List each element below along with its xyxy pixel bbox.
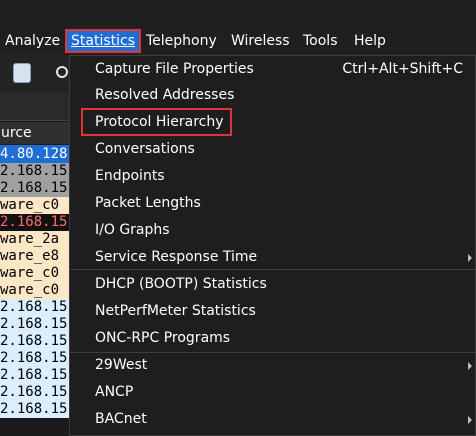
menu-separator [70,352,475,353]
table-row[interactable]: 2.168.15 [0,299,70,316]
source-column-header[interactable]: urce [0,122,70,144]
capture-file-properties-icon[interactable] [13,63,31,83]
table-row[interactable]: 2.168.15 [0,333,70,350]
menu-item-i-o-graphs[interactable]: I/O Graphs [70,217,475,244]
menu-item-label: BACnet [95,411,147,427]
table-row[interactable]: 2.168.15 [0,367,70,384]
menu-telephony-label: Telephony [146,33,217,49]
table-row[interactable]: ware_c0 [0,282,70,299]
menu-tools[interactable]: Tools [299,31,342,51]
table-row[interactable]: ware_e8 [0,248,70,265]
menu-item-label: 29West [95,357,148,373]
packet-list: 4.80.128 2.168.15 2.168.15 ware_c0 2.168.15 w… [0,145,70,418]
menu-item-label: Endpoints [95,168,165,184]
menu-item-packet-lengths[interactable]: Packet Lengths [70,190,475,217]
table-row[interactable]: ware_c0 [0,197,70,214]
submenu-arrow-icon [468,416,472,424]
statistics-menu: Capture File Properties Ctrl+Alt+Shift+C R… [69,55,476,436]
menu-item-label: Resolved Addresses [95,87,235,103]
submenu-arrow-icon [468,362,472,370]
menu-analyze[interactable]: Analyze [1,31,64,51]
display-filter-bar[interactable] [0,92,70,121]
menu-item-label: ONC-RPC Programs [95,330,231,346]
menu-item-bacnet[interactable]: BACnet [70,406,475,433]
menu-item-service-response-time[interactable]: Service Response Time [70,244,475,271]
menu-item-label: NetPerfMeter Statistics [95,303,256,319]
table-row[interactable]: 2.168.15 [0,214,70,231]
menu-help[interactable]: Help [350,31,390,51]
menu-item-conversations[interactable]: Conversations [70,136,475,163]
table-row[interactable]: 2.168.15 [0,163,70,180]
menu-item-label: DHCP (BOOTP) Statistics [95,276,267,292]
menu-telephony[interactable]: Telephony [142,31,221,51]
menu-item-label: Capture File Properties [95,61,254,77]
menu-help-label: Help [354,33,386,49]
table-row[interactable]: 2.168.15 [0,316,70,333]
search-icon[interactable] [56,66,68,78]
menu-item-capture-file-properties[interactable]: Capture File Properties Ctrl+Alt+Shift+C [70,56,475,83]
menu-item-onc-rpc-programs[interactable]: ONC-RPC Programs [70,325,475,352]
menu-bar: Analyze Statistics Telephony Wireless To… [0,0,476,54]
protocol-hierarchy-highlight [81,108,232,136]
menu-item-label: Service Response Time [95,249,258,265]
menu-wireless-label: Wireless [231,33,290,49]
menu-item-label: ANCP [95,384,134,400]
table-row[interactable]: ware_2a [0,231,70,248]
menu-item-endpoints[interactable]: Endpoints [70,163,475,190]
menu-item-netperfmeter-statistics[interactable]: NetPerfMeter Statistics [70,298,475,325]
menu-wireless[interactable]: Wireless [227,31,294,51]
menu-tools-label: Tools [303,33,338,49]
menu-item-resolved-addresses[interactable]: Resolved Addresses [70,82,475,109]
menu-item-shortcut: Ctrl+Alt+Shift+C [342,61,463,77]
submenu-arrow-icon [468,254,472,262]
menu-item-label: I/O Graphs [95,222,170,238]
table-row[interactable]: ware_c0 [0,265,70,282]
menu-statistics-label: Statistics [71,33,135,49]
menu-statistics[interactable]: Statistics [65,29,141,53]
table-row[interactable]: 4.80.128 [0,145,70,163]
table-row[interactable]: 2.168.15 [0,384,70,401]
table-row[interactable]: 2.168.15 [0,180,70,197]
menu-item-29west[interactable]: 29West [70,352,475,379]
menu-separator [70,269,475,270]
menu-item-dhcp-bootp-statistics[interactable]: DHCP (BOOTP) Statistics [70,271,475,298]
table-row[interactable]: 2.168.15 [0,350,70,367]
menu-analyze-label: Analyze [5,33,61,49]
menu-item-label: Conversations [95,141,195,157]
menu-item-ancp[interactable]: ANCP [70,379,475,406]
table-row[interactable]: 2.168.15 [0,401,70,418]
menu-item-label: Packet Lengths [95,195,201,211]
source-column-header-label: urce [1,125,32,141]
